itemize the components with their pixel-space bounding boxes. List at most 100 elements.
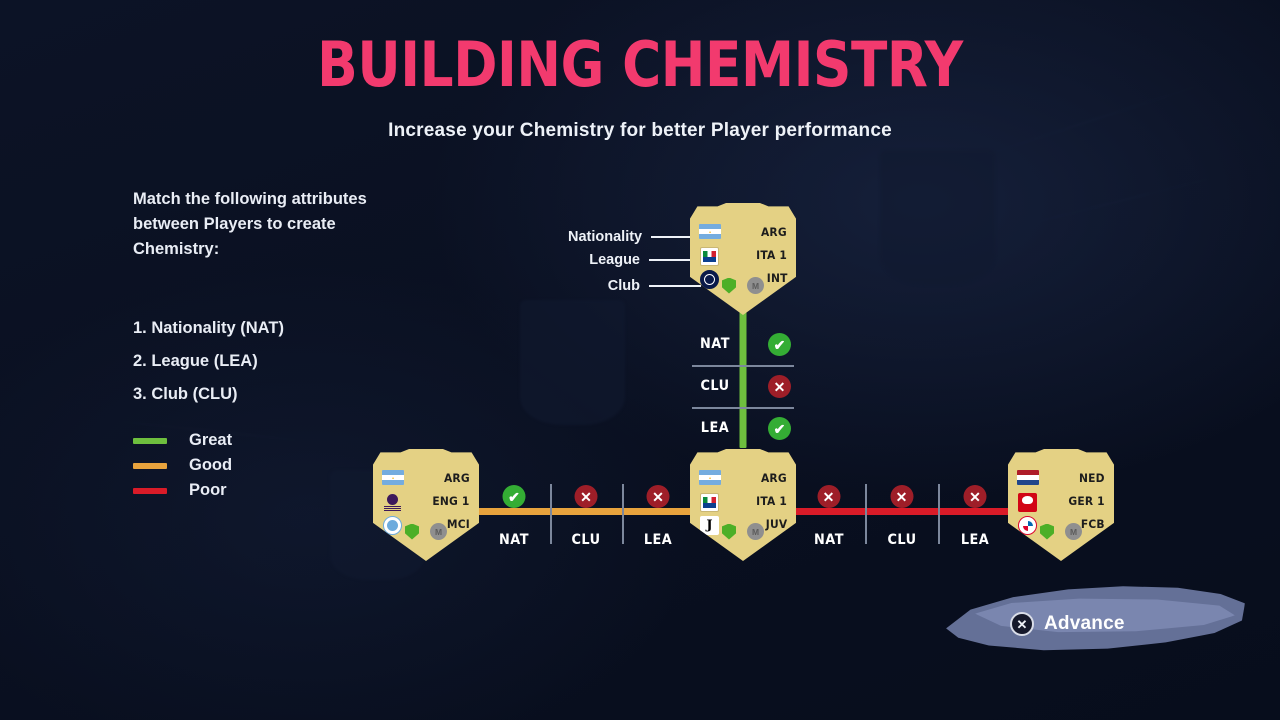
link-cell-label: CLU: [571, 532, 601, 548]
link-row-label: CLU: [700, 378, 730, 394]
player-card-row-nationality: ARG: [690, 220, 796, 243]
check-icon: ✔: [502, 485, 526, 508]
chemistry-shield-icon: [405, 523, 419, 540]
tutorial-screen: BUILDING CHEMISTRY Increase your Chemist…: [0, 0, 1280, 720]
callout-label: League: [589, 252, 640, 268]
cross-icon: ✕: [890, 485, 913, 508]
legend-swatch-great: [133, 437, 167, 444]
cross-icon: ✕: [963, 485, 987, 508]
link-left: ✔ NAT ✕ CLU ✕ LEA: [478, 478, 694, 550]
cross-icon-glyph: ✕: [963, 485, 987, 508]
link-cell-label: LEA: [643, 532, 673, 548]
callout-nationality: Nationality: [568, 229, 704, 245]
link-cell-label: NAT: [499, 532, 529, 548]
player-card-row-nationality: NED: [1008, 466, 1114, 489]
link-cell-divider: [550, 484, 552, 544]
legend-label: Great: [189, 431, 233, 449]
player-card-right[interactable]: NED GER 1 FCB M: [1008, 449, 1114, 561]
legend-label: Poor: [189, 481, 227, 499]
player-card-left[interactable]: ARG ENG 1 MCI M: [373, 449, 479, 561]
player-card-footer: M: [690, 277, 796, 294]
player-card-nationality-code: ARG: [761, 224, 788, 239]
cross-icon: ✕: [817, 485, 840, 508]
link-cell-label: LEA: [960, 532, 990, 548]
cross-icon-glyph: ✕: [646, 485, 670, 508]
check-icon: ✔: [768, 417, 791, 440]
legend-item-good: Good: [133, 453, 232, 478]
link-cell-label: NAT: [813, 532, 844, 548]
position-badge: M: [747, 523, 764, 540]
link-cell-clu: ✕ CLU: [550, 478, 622, 550]
background-ghost-card-1: [880, 150, 995, 285]
callout-connector-line: [649, 285, 701, 287]
legend-item-poor: Poor: [133, 478, 232, 503]
player-card-nationality-code: NED: [1079, 470, 1106, 485]
player-card-league-code: ITA 1: [756, 247, 787, 262]
link-cell-label: CLU: [886, 532, 917, 548]
background-streak-2: [964, 161, 1276, 241]
legend-item-great: Great: [133, 428, 232, 453]
player-card-row-league: ITA 1: [690, 243, 796, 266]
position-badge: M: [747, 277, 764, 294]
player-card-row-league: ITA 1: [690, 489, 796, 512]
player-card-row-league: GER 1: [1008, 489, 1114, 512]
link-row-nat: NAT ✔: [692, 323, 794, 365]
check-icon-glyph: ✔: [502, 485, 526, 508]
link-row-clu: CLU ✕: [692, 365, 794, 407]
cross-icon-glyph: ✕: [890, 485, 913, 508]
legend: Great Good Poor: [133, 428, 232, 503]
list-item: 2. League (LEA): [133, 352, 258, 370]
link-cell-nat: ✕ NAT: [792, 478, 865, 550]
callout-league: League: [568, 252, 701, 268]
flag-argentina-icon: [699, 470, 721, 485]
link-vertical: NAT ✔ CLU ✕ LEA ✔: [692, 303, 794, 448]
chemistry-shield-icon: [1040, 523, 1054, 540]
cross-icon-glyph: ✕: [574, 485, 598, 508]
player-card-league-code: GER 1: [1068, 493, 1105, 508]
player-card-footer: M: [373, 523, 479, 540]
advance-button[interactable]: ✕ Advance: [1010, 612, 1125, 636]
position-badge: M: [430, 523, 447, 540]
flag-netherlands-icon: [1017, 470, 1039, 485]
player-card-center[interactable]: ARG ITA 1 J JUV M: [690, 449, 796, 561]
player-card-top[interactable]: ARG ITA 1 INT M: [690, 203, 796, 315]
callout-label: Nationality: [568, 229, 643, 245]
position-badge: M: [1065, 523, 1082, 540]
serie-a-logo-icon: [700, 247, 719, 266]
page-subtitle: Increase your Chemistry for better Playe…: [388, 120, 892, 141]
check-icon: ✔: [768, 333, 791, 356]
callout-label: Club: [607, 278, 640, 294]
link-cell-divider: [622, 484, 624, 544]
legend-swatch-poor: [133, 487, 167, 494]
cross-icon: ✕: [768, 375, 791, 398]
cross-icon-glyph: ✕: [768, 375, 791, 398]
check-icon-glyph: ✔: [768, 333, 791, 356]
player-card-row-nationality: ARG: [373, 466, 479, 489]
legend-label: Good: [189, 456, 233, 474]
link-cell-nat: ✔ NAT: [478, 478, 550, 550]
legend-swatch-good: [133, 462, 167, 469]
page-title: BUILDING CHEMISTRY: [317, 28, 963, 101]
link-cell-clu: ✕ CLU: [865, 478, 938, 550]
intro-text: Match the following attributes between P…: [133, 190, 367, 258]
player-card-nationality-code: ARG: [761, 470, 788, 485]
playstation-cross-button-icon[interactable]: ✕: [1010, 612, 1034, 636]
link-cell-divider: [938, 484, 940, 544]
player-card-footer: M: [1008, 523, 1114, 540]
link-cell-lea: ✕ LEA: [938, 478, 1012, 550]
link-row-lea: LEA ✔: [692, 407, 794, 449]
link-row-divider: [692, 407, 794, 409]
player-card-row-league: ENG 1: [373, 489, 479, 512]
advance-button-label: Advance: [1044, 613, 1125, 634]
player-card-nationality-code: ARG: [444, 470, 471, 485]
link-row-divider: [692, 365, 794, 367]
flag-argentina-icon: [382, 470, 404, 485]
link-cell-divider: [865, 484, 867, 544]
list-item: 1. Nationality (NAT): [133, 319, 284, 337]
check-icon-glyph: ✔: [768, 417, 791, 440]
attribute-list: 1. Nationality (NAT) 2. League (LEA) 3. …: [133, 312, 284, 411]
premier-league-logo-icon: [383, 493, 402, 512]
link-row-label: LEA: [700, 420, 730, 436]
flag-argentina-icon: [699, 224, 721, 239]
player-card-row-nationality: ARG: [690, 466, 796, 489]
